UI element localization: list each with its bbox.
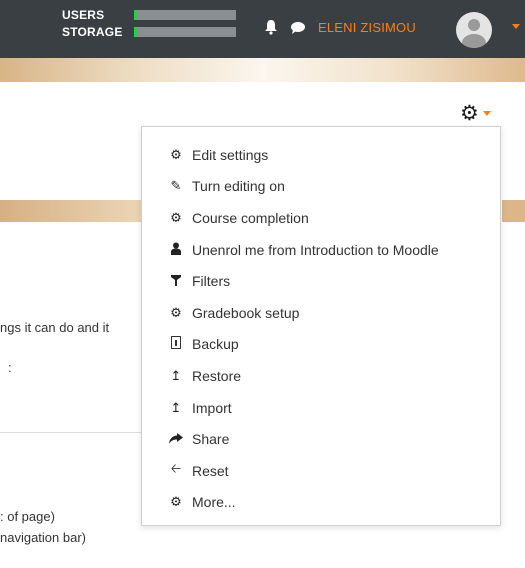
user-name[interactable]: ELENI ZISIMOU [318,20,416,35]
menu-item-label: Unenrol me from Introduction to Moodle [192,241,439,258]
gear-icon: ⚙ [170,209,182,225]
upload-icon: ↥ [170,367,182,383]
pencil-icon: ✎ [170,178,182,194]
menu-item-label: Restore [192,367,242,384]
quota-panel: USERS STORAGE [62,6,236,40]
menu-item-backup[interactable]: Backup [142,329,500,361]
page-text-fragment: : [8,360,12,375]
menu-item-more[interactable]: ⚙ More... [142,487,500,519]
menu-item-turn-editing-on[interactable]: ✎ Turn editing on [142,171,500,203]
menu-item-filters[interactable]: Filters [142,265,500,297]
chevron-down-icon [482,110,491,116]
course-actions-menu: ⚙ Edit settings ✎ Turn editing on ⚙ Cour… [141,126,501,526]
quota-storage-bar [134,26,236,37]
menu-item-gradebook-setup[interactable]: ⚙ Gradebook setup [142,297,500,329]
menu-item-label: Filters [192,273,231,290]
course-image-strip [0,200,145,222]
menu-item-import[interactable]: ↥ Import [142,392,500,424]
quota-users: USERS [62,6,236,23]
menu-item-label: More... [192,494,236,511]
quota-users-bar [134,9,236,20]
divider [0,432,145,433]
menu-item-course-completion[interactable]: ⚙ Course completion [142,202,500,234]
quota-storage-fill [134,26,138,37]
menu-item-label: Backup [192,336,239,353]
menu-item-reset[interactable]: 🡠 Reset [142,455,500,487]
menu-item-label: Turn editing on [192,178,285,195]
menu-item-label: Course completion [192,209,309,226]
page-text-fragment: ngs it can do and it [0,320,110,335]
gear-icon: ⚙ [460,101,479,125]
menu-item-label: Share [192,431,230,448]
filter-icon [168,274,184,289]
menu-item-restore[interactable]: ↥ Restore [142,360,500,392]
page-text-fragment: navigation bar) [0,530,86,545]
bell-icon[interactable] [264,19,278,39]
backup-file-icon [168,336,184,352]
course-actions-button[interactable]: ⚙ [460,101,504,125]
user-menu-caret-icon[interactable] [512,24,520,29]
quota-storage-label: STORAGE [62,24,123,39]
gear-icon: ⚙ [170,304,182,320]
gear-icon: ⚙ [170,494,182,510]
quota-storage: STORAGE [62,23,236,40]
arrow-left-icon: 🡠 [170,460,182,476]
menu-item-label: Import [192,399,232,416]
course-header-image [0,58,525,82]
page-text-fragment: : of page) [0,509,55,524]
top-navbar: USERS STORAGE ELENI ZISIMOU [0,0,525,58]
speech-bubble-icon[interactable] [290,21,306,39]
share-arrow-icon [168,432,184,447]
menu-item-label: Edit settings [192,146,269,163]
quota-users-label: USERS [62,7,105,22]
course-image-strip-right [502,200,525,222]
menu-item-edit-settings[interactable]: ⚙ Edit settings [142,139,500,171]
menu-item-label: Gradebook setup [192,304,300,321]
gear-icon: ⚙ [170,146,182,162]
upload-icon: ↥ [170,399,182,415]
user-icon [168,242,184,258]
avatar[interactable] [456,12,492,48]
menu-item-share[interactable]: Share [142,423,500,455]
menu-item-label: Reset [192,462,229,479]
quota-users-fill [134,9,138,20]
menu-item-unenrol[interactable]: Unenrol me from Introduction to Moodle [142,234,500,266]
